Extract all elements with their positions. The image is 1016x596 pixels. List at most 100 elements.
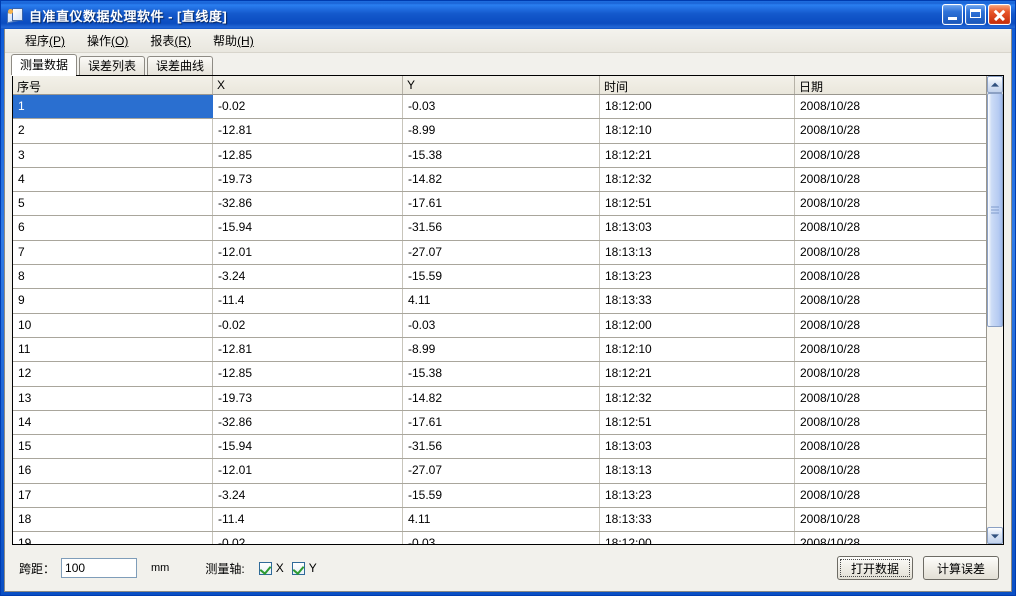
tab-error-list[interactable]: 误差列表 <box>79 56 145 75</box>
axis-x-checkbox-wrap[interactable]: X <box>259 561 284 575</box>
cell-y: -15.59 <box>403 265 600 288</box>
cell-date: 2008/10/28 <box>795 168 986 191</box>
table-row[interactable]: 9-11.44.1118:13:332008/10/28 <box>13 289 986 313</box>
table-row[interactable]: 10-0.02-0.0318:12:002008/10/28 <box>13 314 986 338</box>
cell-x: -0.02 <box>213 95 403 118</box>
cell-date: 2008/10/28 <box>795 119 986 142</box>
close-button[interactable] <box>988 4 1011 25</box>
cell-y: -0.03 <box>403 95 600 118</box>
table-row[interactable]: 19-0.02-0.0318:12:002008/10/28 <box>13 532 986 544</box>
maximize-button[interactable] <box>965 4 986 25</box>
window-title: 自准直仪数据处理软件 - [直线度] <box>29 6 227 25</box>
cell-index: 17 <box>13 484 213 507</box>
table-row[interactable]: 5-32.86-17.6118:12:512008/10/28 <box>13 192 986 216</box>
application-window: 自准直仪数据处理软件 - [直线度] 程序(P) 操作(O) 报表(R) 帮助(… <box>0 0 1016 596</box>
table-row[interactable]: 17-3.24-15.5918:13:232008/10/28 <box>13 484 986 508</box>
cell-time: 18:12:32 <box>600 387 795 410</box>
menu-label: 帮助 <box>213 34 237 48</box>
cell-x: -12.85 <box>213 362 403 385</box>
menu-bar: 程序(P) 操作(O) 报表(R) 帮助(H) <box>5 29 1011 53</box>
table-row[interactable]: 12-12.85-15.3818:12:212008/10/28 <box>13 362 986 386</box>
cell-y: -15.59 <box>403 484 600 507</box>
cell-date: 2008/10/28 <box>795 459 986 482</box>
cell-index: 15 <box>13 435 213 458</box>
tab-strip: 测量数据 误差列表 误差曲线 <box>5 53 1011 75</box>
scrollbar-thumb[interactable] <box>987 93 1003 327</box>
table-row[interactable]: 2-12.81-8.9918:12:102008/10/28 <box>13 119 986 143</box>
cell-date: 2008/10/28 <box>795 484 986 507</box>
grid-body: 1-0.02-0.0318:12:002008/10/282-12.81-8.9… <box>13 95 986 544</box>
scroll-up-button[interactable] <box>987 76 1003 93</box>
menu-item-program[interactable]: 程序(P) <box>14 29 76 52</box>
calculate-error-button[interactable]: 计算误差 <box>923 556 999 580</box>
chevron-down-icon <box>991 534 999 538</box>
cell-time: 18:12:00 <box>600 95 795 118</box>
bottom-panel: 跨距： mm 测量轴: X Y 打开数据 计算误差 <box>5 545 1011 591</box>
cell-x: -32.86 <box>213 192 403 215</box>
table-row[interactable]: 8-3.24-15.5918:13:232008/10/28 <box>13 265 986 289</box>
measurement-axis-label: 测量轴: <box>205 560 244 577</box>
cell-date: 2008/10/28 <box>795 144 986 167</box>
table-row[interactable]: 6-15.94-31.5618:13:032008/10/28 <box>13 216 986 240</box>
cell-x: -12.81 <box>213 119 403 142</box>
minimize-icon <box>948 17 957 20</box>
axis-y-checkbox-wrap[interactable]: Y <box>292 561 317 575</box>
cell-date: 2008/10/28 <box>795 289 986 312</box>
window-controls <box>942 4 1011 25</box>
cell-time: 18:13:13 <box>600 241 795 264</box>
table-row[interactable]: 14-32.86-17.6118:12:512008/10/28 <box>13 411 986 435</box>
cell-y: -0.03 <box>403 314 600 337</box>
cell-y: -8.99 <box>403 338 600 361</box>
column-header-date[interactable]: 日期 <box>795 76 986 94</box>
app-icon <box>6 6 24 24</box>
tab-error-curve[interactable]: 误差曲线 <box>147 56 213 75</box>
table-row[interactable]: 11-12.81-8.9918:12:102008/10/28 <box>13 338 986 362</box>
cell-x: -12.85 <box>213 144 403 167</box>
minimize-button[interactable] <box>942 4 963 25</box>
menu-label: 操作 <box>87 34 111 48</box>
menu-item-operation[interactable]: 操作(O) <box>76 29 139 52</box>
axis-x-checkbox[interactable] <box>259 562 272 575</box>
column-header-index[interactable]: 序号 <box>13 76 213 94</box>
cell-x: -0.02 <box>213 532 403 544</box>
cell-date: 2008/10/28 <box>795 216 986 239</box>
table-row[interactable]: 1-0.02-0.0318:12:002008/10/28 <box>13 95 986 119</box>
cell-x: -11.4 <box>213 508 403 531</box>
maximize-icon <box>970 9 981 18</box>
scroll-down-button[interactable] <box>987 527 1003 544</box>
cell-y: -8.99 <box>403 119 600 142</box>
cell-y: -14.82 <box>403 387 600 410</box>
menu-item-help[interactable]: 帮助(H) <box>202 29 265 52</box>
cell-date: 2008/10/28 <box>795 435 986 458</box>
span-input[interactable] <box>61 558 137 578</box>
span-unit-label: mm <box>151 562 169 574</box>
scrollbar-track[interactable] <box>987 93 1003 527</box>
cell-time: 18:12:51 <box>600 411 795 434</box>
grid-inner: 序号 X Y 时间 日期 1-0.02-0.0318:12:002008/10/… <box>13 76 1003 544</box>
column-header-y[interactable]: Y <box>403 76 600 94</box>
open-data-button[interactable]: 打开数据 <box>837 556 913 580</box>
table-row[interactable]: 4-19.73-14.8218:12:322008/10/28 <box>13 168 986 192</box>
cell-index: 8 <box>13 265 213 288</box>
table-row[interactable]: 3-12.85-15.3818:12:212008/10/28 <box>13 144 986 168</box>
table-row[interactable]: 18-11.44.1118:13:332008/10/28 <box>13 508 986 532</box>
tab-measurement-data[interactable]: 测量数据 <box>11 54 77 75</box>
table-row[interactable]: 16-12.01-27.0718:13:132008/10/28 <box>13 459 986 483</box>
table-row[interactable]: 7-12.01-27.0718:13:132008/10/28 <box>13 241 986 265</box>
axis-y-checkbox[interactable] <box>292 562 305 575</box>
client-area: 程序(P) 操作(O) 报表(R) 帮助(H) 测量数据 误差列表 误差曲线 序… <box>4 29 1012 592</box>
table-row[interactable]: 15-15.94-31.5618:13:032008/10/28 <box>13 435 986 459</box>
cell-index: 11 <box>13 338 213 361</box>
cell-time: 18:13:33 <box>600 508 795 531</box>
column-header-time[interactable]: 时间 <box>600 76 795 94</box>
vertical-scrollbar[interactable] <box>986 76 1003 544</box>
cell-date: 2008/10/28 <box>795 95 986 118</box>
cell-y: -27.07 <box>403 459 600 482</box>
table-row[interactable]: 13-19.73-14.8218:12:322008/10/28 <box>13 387 986 411</box>
cell-y: 4.11 <box>403 508 600 531</box>
cell-y: -0.03 <box>403 532 600 544</box>
cell-index: 4 <box>13 168 213 191</box>
menu-item-report[interactable]: 报表(R) <box>139 29 202 52</box>
column-header-x[interactable]: X <box>213 76 403 94</box>
cell-y: 4.11 <box>403 289 600 312</box>
